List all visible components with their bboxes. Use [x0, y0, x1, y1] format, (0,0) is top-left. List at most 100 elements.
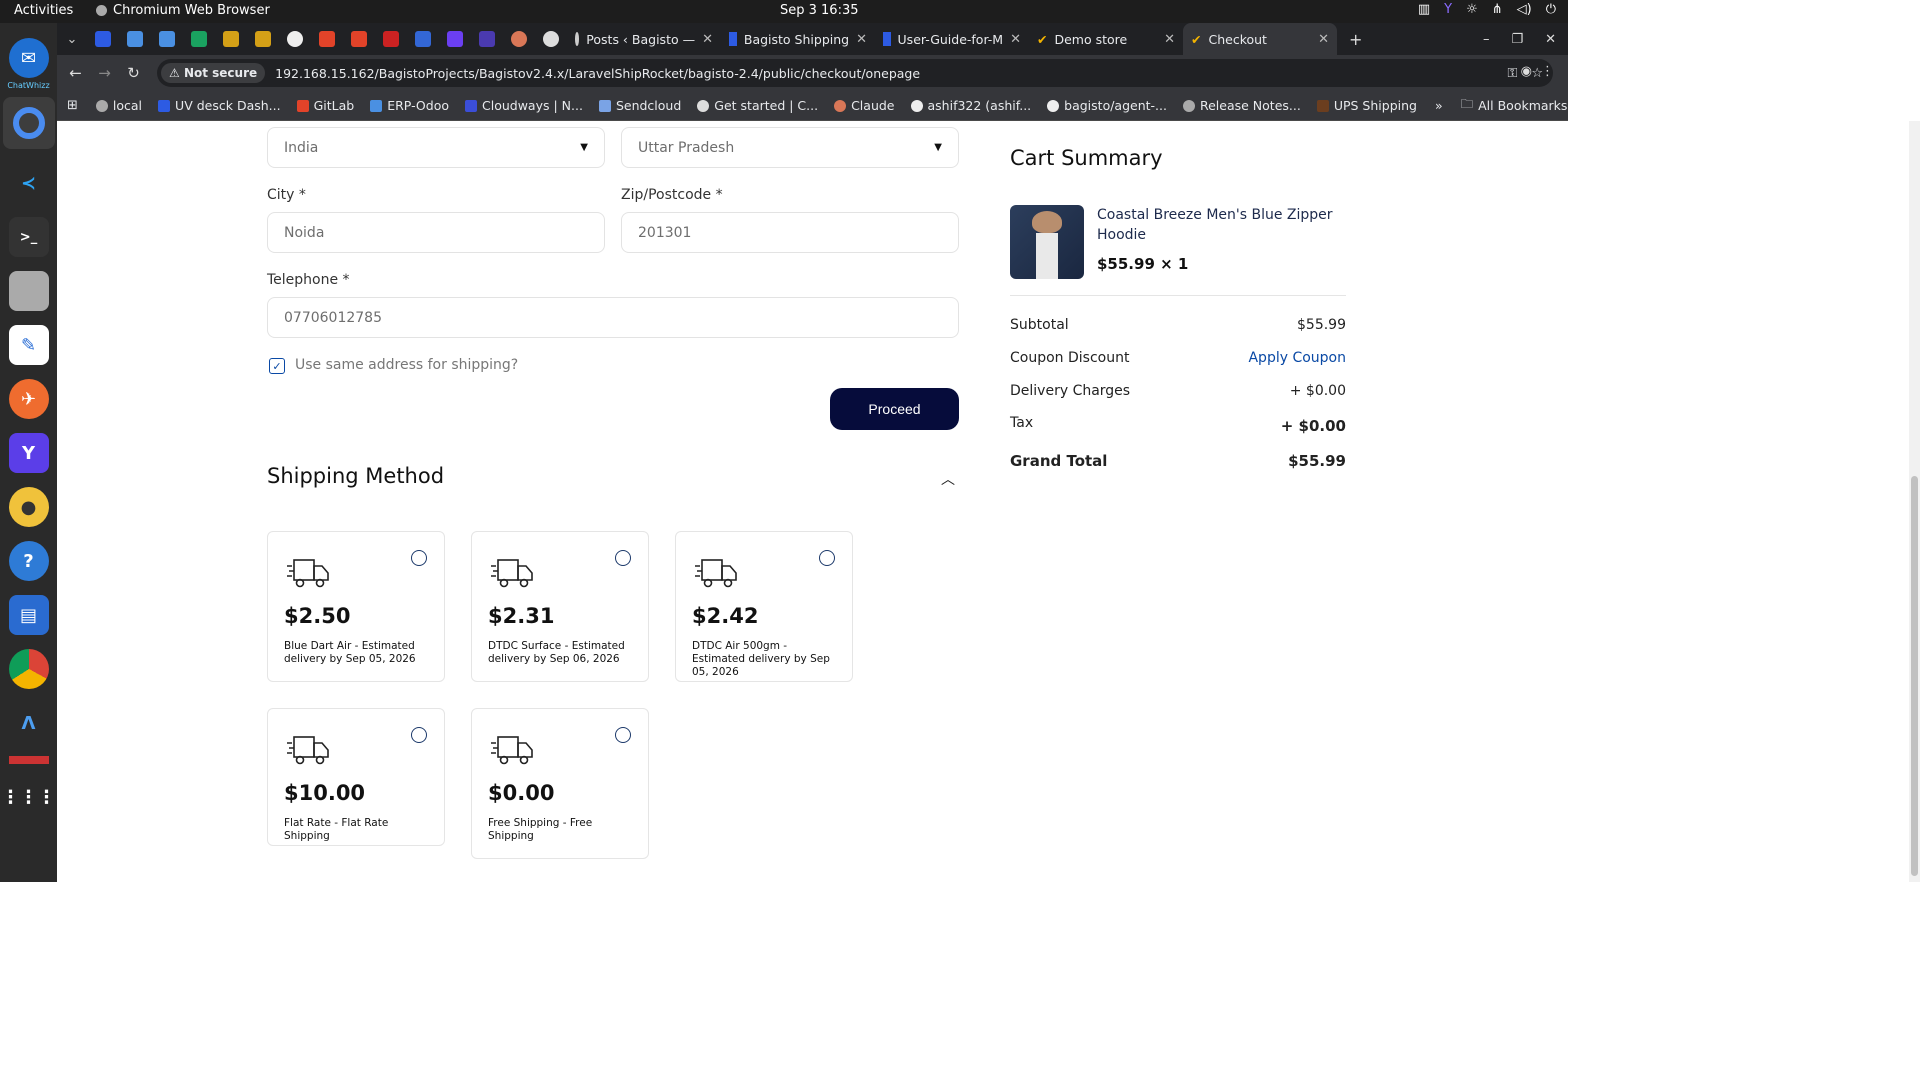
close-tab-icon[interactable]: ✕ — [1164, 32, 1175, 47]
radio-button[interactable] — [615, 727, 631, 743]
minimize-icon[interactable]: – — [1483, 32, 1490, 47]
gitlab-tab-icon[interactable] — [319, 31, 335, 47]
text-editor-icon[interactable]: ✎ — [8, 325, 49, 365]
pinned-tab-icon[interactable] — [479, 31, 495, 47]
apply-coupon-link[interactable]: Apply Coupon — [1248, 350, 1346, 366]
address-bar[interactable]: ⚠ Not secure 192.168.15.162/BagistoProje… — [157, 59, 1553, 87]
system-tray[interactable]: ▥ Y ☼ ⋔ ◁) ⏻ — [1418, 2, 1556, 17]
telephone-input[interactable]: 07706012785 — [267, 297, 959, 338]
close-tab-icon[interactable]: ✕ — [856, 32, 867, 47]
close-tab-icon[interactable]: ✕ — [1318, 32, 1329, 47]
thunderbird-icon[interactable]: ✉ — [8, 38, 49, 78]
vscode-icon[interactable]: ≺ — [9, 163, 49, 203]
apps-icon[interactable]: ⊞ — [57, 98, 88, 113]
menu-icon[interactable]: ⋮ — [1541, 64, 1554, 79]
wired-icon[interactable]: ⋔ — [1492, 2, 1503, 17]
back-icon[interactable]: ← — [61, 64, 90, 82]
show-apps-icon[interactable]: ⋮⋮⋮ — [2, 777, 56, 817]
tab-posts-bagisto[interactable]: Posts ‹ Bagisto — ✕ — [567, 23, 721, 55]
pinned-tab-icon[interactable] — [415, 31, 431, 47]
power-icon[interactable]: ⏻ — [1546, 2, 1556, 17]
product-image[interactable] — [1010, 205, 1084, 279]
network-icon[interactable]: ▥ — [1418, 2, 1430, 17]
close-tab-icon[interactable]: ✕ — [1010, 32, 1021, 47]
password-key-icon[interactable]: ⚿ — [1507, 66, 1517, 81]
shipping-option-free[interactable]: $0.00 Free Shipping - Free Shipping — [471, 708, 649, 859]
bookmark[interactable]: ashif322 (ashif... — [903, 98, 1040, 113]
github-tab-icon[interactable] — [287, 31, 303, 47]
terminal-icon[interactable]: >_ — [8, 217, 49, 257]
tab-user-guide[interactable]: User-Guide-for-M ✕ — [875, 23, 1029, 55]
bookmark[interactable]: Get started | C... — [689, 98, 826, 113]
pinned-tab-icon[interactable] — [223, 31, 239, 47]
bookmark[interactable]: UV desck Dash... — [150, 98, 289, 113]
yakuake-icon[interactable]: Y — [8, 433, 49, 473]
tab-bagisto-shipping[interactable]: Bagisto Shipping ✕ — [721, 23, 875, 55]
files-icon[interactable] — [8, 271, 49, 311]
pinned-tab-icon[interactable] — [447, 31, 463, 47]
pinned-tab-icon[interactable] — [159, 31, 175, 47]
product-name[interactable]: Coastal Breeze Men's Blue Zipper Hoodie — [1097, 205, 1337, 245]
trash-icon[interactable] — [8, 756, 49, 764]
url-text[interactable]: 192.168.15.162/BagistoProjects/Bagistov2… — [275, 66, 920, 81]
help-icon[interactable]: ? — [8, 541, 49, 581]
postman-icon[interactable]: ✈ — [8, 379, 49, 419]
bookmark[interactable]: UPS Shipping — [1309, 98, 1425, 113]
app-menu[interactable]: Chromium Web Browser — [96, 3, 270, 18]
same-address-checkbox[interactable]: ✓ — [269, 358, 285, 374]
pinned-tab-icon[interactable] — [95, 31, 111, 47]
all-bookmarks[interactable]: 🗀 All Bookmarks — [1453, 95, 1576, 116]
close-tab-icon[interactable]: ✕ — [702, 32, 713, 47]
zip-input[interactable]: 201301 — [621, 212, 959, 253]
state-select[interactable]: Uttar Pradesh ▼ — [621, 127, 959, 168]
shipping-option-dtdc-air[interactable]: $2.42 DTDC Air 500gm - Estimated deliver… — [675, 531, 853, 682]
extension-icon[interactable]: Y — [1444, 2, 1452, 17]
proceed-button[interactable]: Proceed — [830, 388, 959, 430]
bookmark[interactable]: Release Notes... — [1175, 98, 1309, 113]
shipping-option-dtdc-surface[interactable]: $2.31 DTDC Surface - Estimated delivery … — [471, 531, 649, 682]
scrollbar-thumb[interactable] — [1911, 476, 1918, 876]
pinned-tab-icon[interactable] — [383, 31, 399, 47]
openai-tab-icon[interactable] — [543, 31, 559, 47]
maximize-icon[interactable]: ❐ — [1511, 32, 1523, 47]
gitlab-tab-icon[interactable] — [351, 31, 367, 47]
clock[interactable]: Sep 3 16:35 — [780, 3, 859, 18]
activities-button[interactable]: Activities — [14, 3, 73, 18]
page-scrollbar[interactable] — [1909, 121, 1920, 882]
city-input[interactable]: Noida — [267, 212, 605, 253]
tab-search-icon[interactable]: ⌄ — [57, 32, 87, 47]
bookmark[interactable]: Sendcloud — [591, 98, 689, 113]
bookmark[interactable]: GitLab — [289, 98, 363, 113]
bookmark[interactable]: local — [88, 98, 150, 113]
brightness-icon[interactable]: ☼ — [1466, 2, 1478, 17]
radio-button[interactable] — [819, 550, 835, 566]
arduino-icon[interactable]: Λ — [9, 703, 49, 743]
claude-tab-icon[interactable] — [511, 31, 527, 47]
radio-button[interactable] — [411, 550, 427, 566]
close-window-icon[interactable]: ✕ — [1545, 32, 1556, 47]
forward-icon[interactable]: → — [90, 64, 119, 82]
pinned-tab-icon[interactable] — [127, 31, 143, 47]
bookmark[interactable]: Cloudways | N... — [457, 98, 591, 113]
tab-demo-store[interactable]: ✔ Demo store ✕ — [1029, 23, 1183, 55]
profile-icon[interactable]: ◉ — [1521, 64, 1532, 79]
libreoffice-writer-icon[interactable]: ▤ — [8, 595, 49, 635]
more-bookmarks-icon[interactable]: » — [1425, 98, 1453, 113]
bookmark[interactable]: Claude — [826, 98, 902, 113]
country-select[interactable]: India ▼ — [267, 127, 605, 168]
radio-button[interactable] — [411, 727, 427, 743]
same-address-label[interactable]: Use same address for shipping? — [295, 357, 518, 373]
volume-icon[interactable]: ◁) — [1517, 2, 1532, 17]
reload-icon[interactable]: ↻ — [119, 64, 148, 82]
chrome-icon[interactable] — [8, 649, 49, 689]
tab-checkout[interactable]: ✔ Checkout ✕ — [1183, 23, 1337, 55]
bookmark[interactable]: ERP-Odoo — [362, 98, 457, 113]
rhythmbox-icon[interactable]: ● — [8, 487, 49, 527]
pinned-tab-icon[interactable] — [191, 31, 207, 47]
collapse-chevron-icon[interactable]: ︿ — [941, 469, 955, 489]
chromium-dock-icon[interactable] — [2, 97, 55, 149]
shipping-option-bluedart[interactable]: $2.50 Blue Dart Air - Estimated delivery… — [267, 531, 445, 682]
radio-button[interactable] — [615, 550, 631, 566]
shipping-option-flat-rate[interactable]: $10.00 Flat Rate - Flat Rate Shipping — [267, 708, 445, 846]
new-tab-icon[interactable]: + — [1349, 30, 1362, 49]
